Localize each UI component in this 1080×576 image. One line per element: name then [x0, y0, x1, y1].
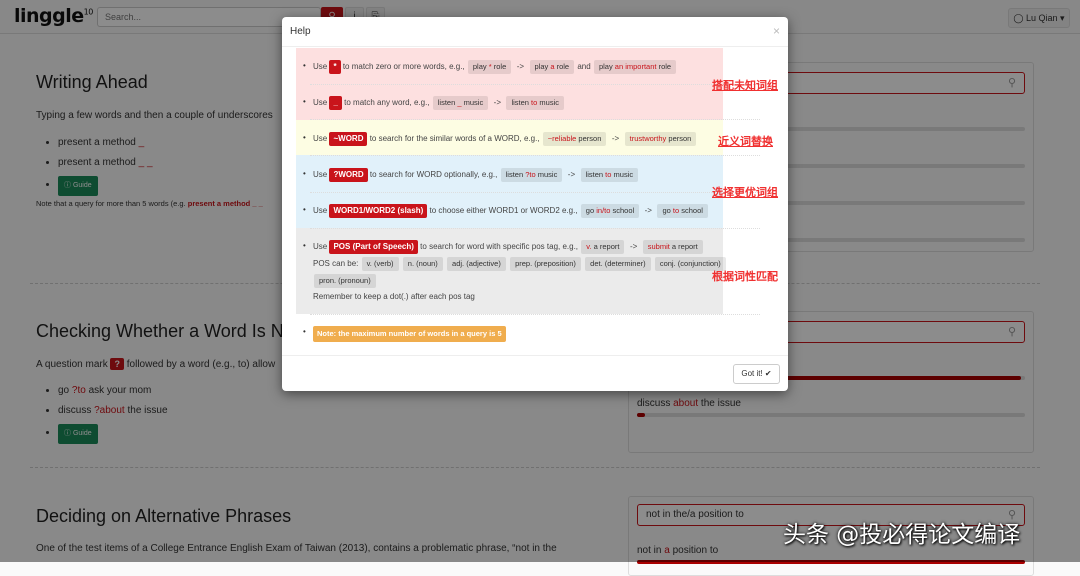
pos-tag: adj. (adjective) [447, 257, 506, 271]
help-modal: Help × Use * to match zero or more words… [282, 17, 788, 391]
pos-tag: det. (determiner) [585, 257, 651, 271]
close-icon[interactable]: × [773, 24, 780, 38]
modal-header: Help × [282, 17, 788, 47]
pos-tag: n. (noun) [402, 257, 443, 271]
help-row-underscore: Use _ to match any word, e.g., listen _ … [303, 96, 565, 110]
annotation-label: 近义词替换 [718, 135, 773, 148]
annotation-label: 搭配未知词组 [712, 79, 778, 92]
pos-tag: pron. (pronoun) [314, 274, 376, 288]
annotation-label: 选择更优词组 [712, 186, 778, 199]
max-words-note: Note: the maximum number of words in a q… [313, 326, 506, 342]
pos-tag: v. (verb) [361, 257, 399, 271]
annotation-label: 根据词性匹配 [712, 270, 778, 283]
pos-reminder: Remember to keep a dot(.) after each pos… [313, 292, 475, 301]
help-row-tilde: Use ~WORD to search for the similar word… [303, 132, 697, 146]
pos-tag: prep. (preposition) [510, 257, 581, 271]
modal-footer [282, 355, 788, 356]
pos-tags: POS can be: v. (verb) n. (noun) adj. (ad… [313, 257, 727, 271]
modal-title: Help [290, 26, 311, 37]
help-row-slash: Use WORD1/WORD2 (slash) to choose either… [303, 204, 709, 218]
watermark: 头条 @投必得论文编译 [783, 522, 1021, 548]
help-row-optional: Use ?WORD to search for WORD optionally,… [303, 168, 639, 182]
got-it-button[interactable]: Got it! ✔ [733, 364, 780, 384]
help-row-star: Use * to match zero or more words, e.g.,… [303, 60, 677, 74]
help-row-pos: Use POS (Part of Speech) to search for w… [303, 240, 704, 254]
